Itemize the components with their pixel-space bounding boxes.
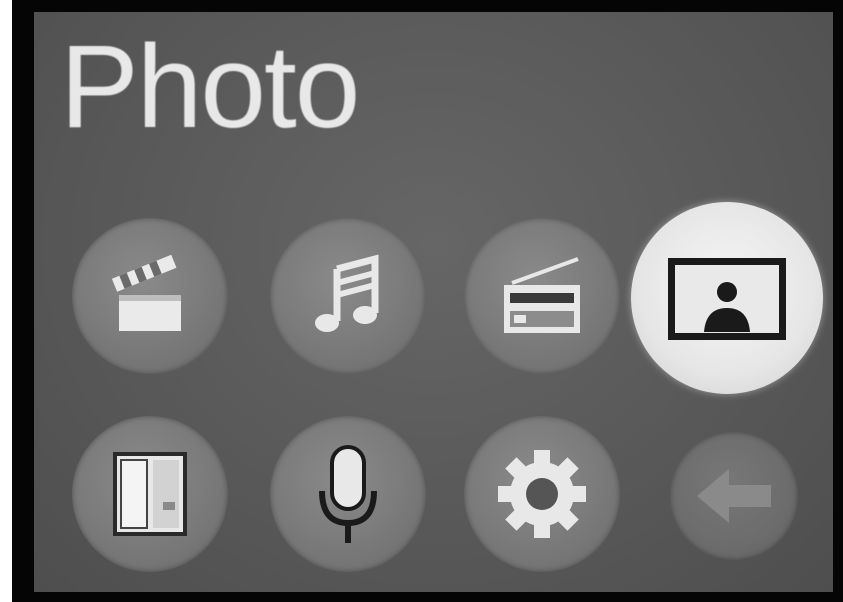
microphone-icon [308, 439, 388, 549]
menu-screen: Photo [34, 12, 833, 592]
photo-button[interactable] [631, 202, 823, 394]
gear-icon [492, 444, 592, 544]
radio-button[interactable] [464, 218, 620, 374]
settings-button[interactable] [464, 416, 620, 572]
music-button[interactable] [270, 218, 426, 374]
photo-portrait-icon [662, 248, 792, 348]
video-button[interactable] [72, 218, 228, 374]
radio-icon [494, 251, 590, 341]
back-button[interactable] [670, 432, 798, 560]
ebook-button[interactable] [72, 416, 228, 572]
clapperboard-icon [105, 251, 195, 341]
recorder-button[interactable] [270, 416, 426, 572]
page-title: Photo [60, 21, 360, 153]
back-arrow-icon [689, 461, 779, 531]
book-icon [105, 446, 195, 542]
device-frame: Photo [12, 0, 843, 602]
music-note-icon [303, 251, 393, 341]
